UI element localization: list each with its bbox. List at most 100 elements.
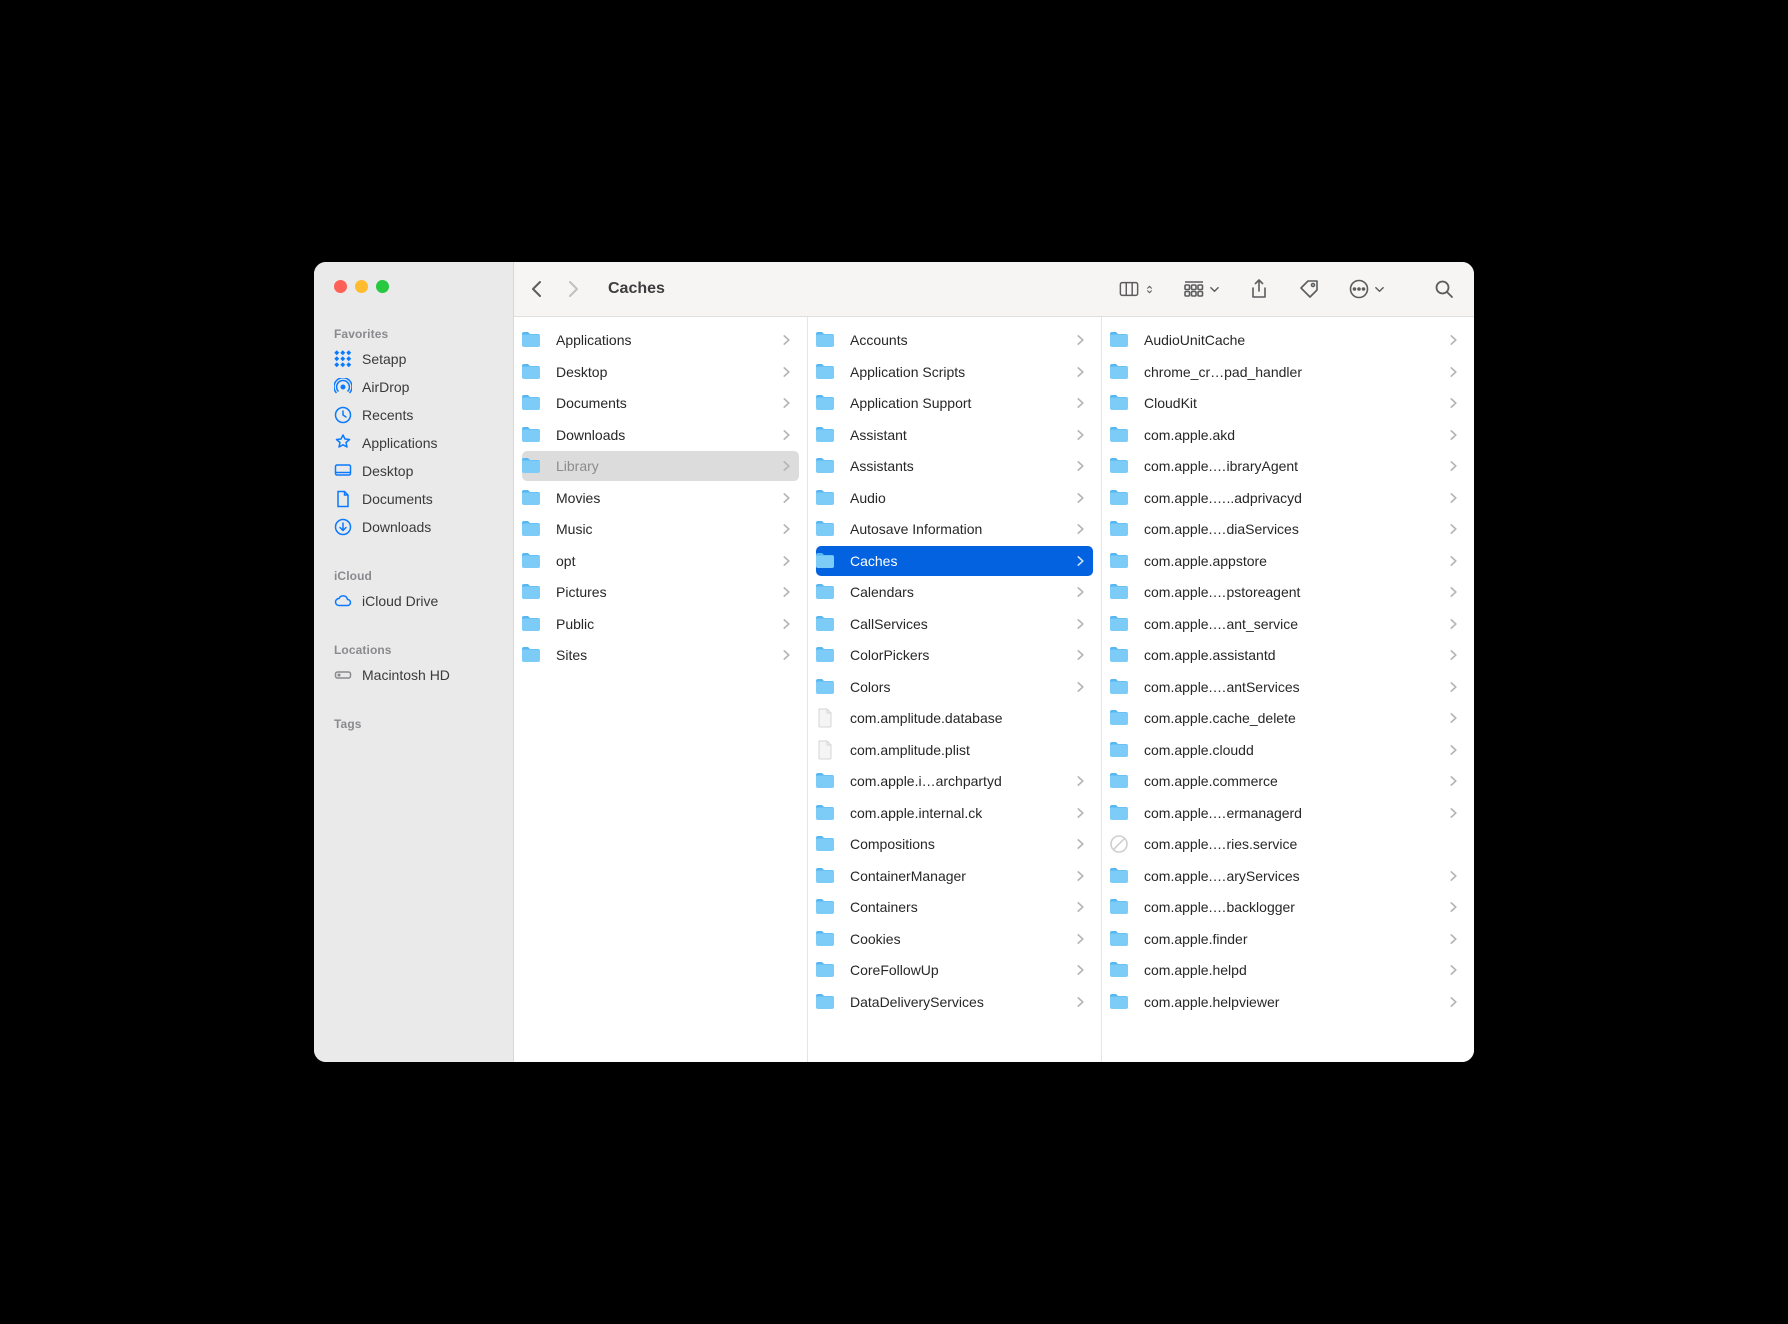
column-2[interactable]: AccountsApplication ScriptsApplication S… xyxy=(808,317,1102,1062)
list-item[interactable]: Public xyxy=(522,609,799,639)
tags-button[interactable] xyxy=(1299,279,1319,299)
list-item[interactable]: Assistants xyxy=(816,451,1093,481)
list-item[interactable]: Compositions xyxy=(816,829,1093,859)
sidebar-item-icloud-drive[interactable]: iCloud Drive xyxy=(314,587,513,615)
list-item[interactable]: com.apple.…antServices xyxy=(1110,672,1466,702)
list-item[interactable]: com.apple.finder xyxy=(1110,924,1466,954)
sidebar-item-airdrop[interactable]: AirDrop xyxy=(314,373,513,401)
list-item[interactable]: com.apple.cache_delete xyxy=(1110,703,1466,733)
list-item[interactable]: Music xyxy=(522,514,799,544)
list-item[interactable]: opt xyxy=(522,546,799,576)
folder-icon xyxy=(1114,330,1134,350)
sidebar-item-applications[interactable]: Applications xyxy=(314,429,513,457)
list-item[interactable]: Downloads xyxy=(522,420,799,450)
list-item[interactable]: com.apple.…diaServices xyxy=(1110,514,1466,544)
list-item[interactable]: com.apple.…ermanagerd xyxy=(1110,798,1466,828)
list-item[interactable]: Assistant xyxy=(816,420,1093,450)
list-item-label: Assistants xyxy=(850,458,1071,474)
chevron-right-icon xyxy=(1444,553,1458,569)
back-button[interactable] xyxy=(528,280,546,298)
list-item[interactable]: com.apple.akd xyxy=(1110,420,1466,450)
share-button[interactable] xyxy=(1249,279,1269,299)
list-item[interactable]: chrome_cr…pad_handler xyxy=(1110,357,1466,387)
folder-icon xyxy=(1114,960,1134,980)
sidebar-item-label: Recents xyxy=(362,407,413,423)
folder-icon xyxy=(1114,803,1134,823)
action-button[interactable] xyxy=(1349,279,1384,299)
list-item[interactable]: com.apple.…..adprivacyd xyxy=(1110,483,1466,513)
folder-icon xyxy=(1114,708,1134,728)
maximize-button[interactable] xyxy=(376,280,389,293)
list-item[interactable]: Movies xyxy=(522,483,799,513)
list-item[interactable]: Pictures xyxy=(522,577,799,607)
folder-icon xyxy=(820,425,840,445)
document-icon xyxy=(334,490,352,508)
list-item[interactable]: ColorPickers xyxy=(816,640,1093,670)
list-item[interactable]: com.apple.…pstoreagent xyxy=(1110,577,1466,607)
list-item[interactable]: com.apple.…ries.service xyxy=(1110,829,1466,859)
list-item[interactable]: CoreFollowUp xyxy=(816,955,1093,985)
list-item[interactable]: com.apple.commerce xyxy=(1110,766,1466,796)
file-icon xyxy=(820,708,840,728)
folder-icon xyxy=(526,456,546,476)
list-item[interactable]: Calendars xyxy=(816,577,1093,607)
list-item[interactable]: Sites xyxy=(522,640,799,670)
list-item[interactable]: com.apple.helpviewer xyxy=(1110,987,1466,1017)
list-item[interactable]: com.apple.internal.ck xyxy=(816,798,1093,828)
list-item[interactable]: Cookies xyxy=(816,924,1093,954)
list-item[interactable]: AudioUnitCache xyxy=(1110,325,1466,355)
list-item[interactable]: Application Support xyxy=(816,388,1093,418)
chevron-right-icon xyxy=(1071,458,1085,474)
group-by-button[interactable] xyxy=(1184,279,1219,299)
list-item[interactable]: Autosave Information xyxy=(816,514,1093,544)
sidebar-item-downloads[interactable]: Downloads xyxy=(314,513,513,541)
close-button[interactable] xyxy=(334,280,347,293)
column-3[interactable]: AudioUnitCachechrome_cr…pad_handlerCloud… xyxy=(1102,317,1474,1062)
minimize-button[interactable] xyxy=(355,280,368,293)
list-item[interactable]: com.apple.…ibraryAgent xyxy=(1110,451,1466,481)
forward-button[interactable] xyxy=(564,280,582,298)
list-item[interactable]: Application Scripts xyxy=(816,357,1093,387)
list-item[interactable]: ContainerManager xyxy=(816,861,1093,891)
list-item[interactable]: Containers xyxy=(816,892,1093,922)
list-item[interactable]: com.apple.…backlogger xyxy=(1110,892,1466,922)
list-item[interactable]: com.apple.assistantd xyxy=(1110,640,1466,670)
list-item[interactable]: com.apple.i…archpartyd xyxy=(816,766,1093,796)
list-item[interactable]: com.apple.helpd xyxy=(1110,955,1466,985)
list-item-label: opt xyxy=(556,553,777,569)
view-columns-button[interactable] xyxy=(1119,279,1154,299)
list-item[interactable]: Accounts xyxy=(816,325,1093,355)
folder-icon xyxy=(1114,519,1134,539)
list-item[interactable]: CallServices xyxy=(816,609,1093,639)
sidebar-item-documents[interactable]: Documents xyxy=(314,485,513,513)
list-item-label: Caches xyxy=(850,553,1071,569)
sidebar-item-setapp[interactable]: Setapp xyxy=(314,345,513,373)
chevron-right-icon xyxy=(1071,490,1085,506)
list-item[interactable]: Documents xyxy=(522,388,799,418)
list-item[interactable]: CloudKit xyxy=(1110,388,1466,418)
sidebar-item-label: iCloud Drive xyxy=(362,593,438,609)
list-item[interactable]: com.amplitude.database xyxy=(816,703,1093,733)
sidebar-item-desktop[interactable]: Desktop xyxy=(314,457,513,485)
folder-icon xyxy=(1114,362,1134,382)
folder-icon xyxy=(820,803,840,823)
folder-icon xyxy=(820,771,840,791)
list-item[interactable]: DataDeliveryServices xyxy=(816,987,1093,1017)
search-button[interactable] xyxy=(1434,279,1454,299)
list-item[interactable]: com.apple.…ant_service xyxy=(1110,609,1466,639)
list-item[interactable]: com.apple.…aryServices xyxy=(1110,861,1466,891)
list-item[interactable]: com.amplitude.plist xyxy=(816,735,1093,765)
list-item[interactable]: com.apple.appstore xyxy=(1110,546,1466,576)
list-item[interactable]: Audio xyxy=(816,483,1093,513)
column-1[interactable]: ApplicationsDesktopDocumentsDownloadsLib… xyxy=(514,317,808,1062)
sidebar-item-recents[interactable]: Recents xyxy=(314,401,513,429)
list-item[interactable]: Caches xyxy=(816,546,1093,576)
sidebar-item-macintosh-hd[interactable]: Macintosh HD xyxy=(314,661,513,689)
list-item[interactable]: Desktop xyxy=(522,357,799,387)
list-item[interactable]: com.apple.cloudd xyxy=(1110,735,1466,765)
list-item[interactable]: Colors xyxy=(816,672,1093,702)
chevron-right-icon xyxy=(1071,962,1085,978)
folder-icon xyxy=(526,393,546,413)
list-item[interactable]: Applications xyxy=(522,325,799,355)
list-item[interactable]: Library xyxy=(522,451,799,481)
